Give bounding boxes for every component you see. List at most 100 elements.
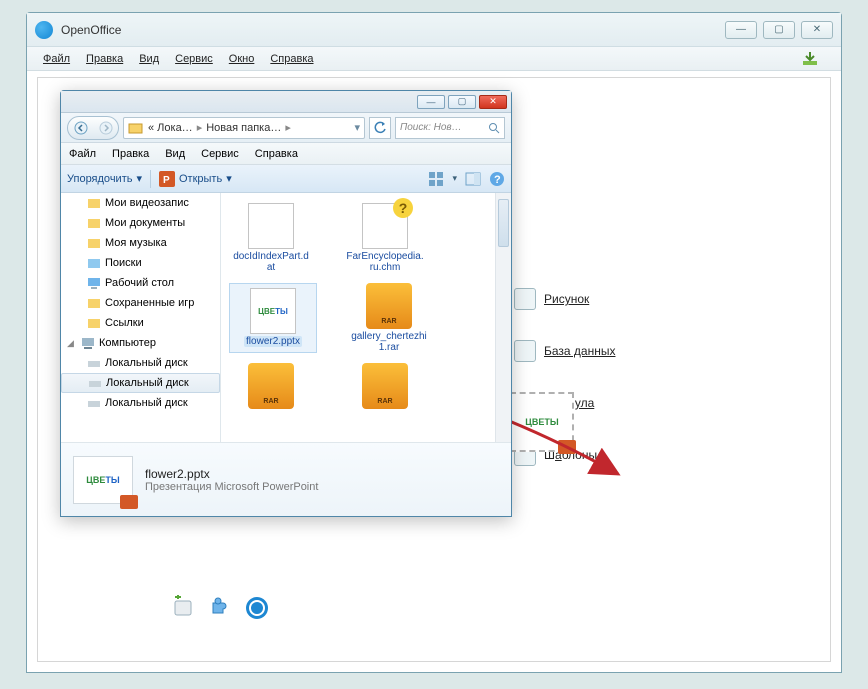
openoffice-logo-icon bbox=[35, 21, 53, 39]
chevron-down-icon: ▾ bbox=[136, 172, 142, 185]
rar-file-icon bbox=[362, 363, 408, 409]
help-icon[interactable]: ? bbox=[489, 171, 505, 187]
info-icon[interactable] bbox=[242, 593, 272, 623]
drive-icon bbox=[88, 376, 102, 390]
details-thumbnail: ЦВЕТЫ bbox=[73, 456, 133, 504]
menu-edit[interactable]: Правка bbox=[78, 53, 131, 65]
explorer-menu-view[interactable]: Вид bbox=[165, 148, 185, 160]
file-item[interactable]: ? FarEncyclopedia.ru.chm bbox=[343, 203, 427, 273]
chevron-down-icon[interactable]: ▾ bbox=[452, 173, 457, 184]
menu-view[interactable]: Вид bbox=[131, 53, 167, 65]
separator-icon bbox=[150, 170, 151, 188]
tree-item: Мои документы bbox=[61, 213, 220, 233]
pptx-file-icon: ЦВЕТЫ bbox=[250, 288, 296, 334]
drag-ghost-end: ЦВЕТЫ bbox=[510, 392, 574, 452]
explorer-menu-file[interactable]: Файл bbox=[69, 148, 96, 160]
drive-icon bbox=[87, 396, 101, 410]
scrollbar[interactable] bbox=[495, 193, 511, 442]
breadcrumb-2[interactable]: Новая папка… bbox=[206, 122, 281, 134]
nav-back-forward[interactable] bbox=[67, 116, 119, 140]
menu-window[interactable]: Окно bbox=[221, 53, 263, 65]
folder-icon bbox=[128, 120, 144, 136]
search-placeholder: Поиск: Нов… bbox=[400, 122, 462, 133]
svg-text:P: P bbox=[163, 175, 170, 186]
tree-item: Локальный диск bbox=[61, 393, 220, 413]
menu-service[interactable]: Сервис bbox=[167, 53, 221, 65]
menu-file[interactable]: Файл bbox=[35, 53, 78, 65]
import-icon[interactable] bbox=[793, 51, 827, 67]
menu-help[interactable]: Справка bbox=[262, 53, 321, 65]
powerpoint-icon: P bbox=[159, 171, 175, 187]
nav-forward-icon[interactable] bbox=[93, 117, 118, 139]
breadcrumb-sep-icon: ▸ bbox=[197, 121, 203, 134]
rar-file-icon bbox=[248, 363, 294, 409]
computer-icon bbox=[81, 336, 95, 350]
dat-file-icon bbox=[248, 203, 294, 249]
tree-item-computer: ◢Компьютер bbox=[61, 333, 220, 353]
open-button[interactable]: P Открыть ▾ bbox=[159, 171, 232, 187]
startcenter-drawing[interactable]: Рисунок bbox=[514, 288, 589, 310]
folder-icon bbox=[87, 316, 101, 330]
explorer-menu-service[interactable]: Сервис bbox=[201, 148, 239, 160]
explorer-details-pane: ЦВЕТЫ flower2.pptx Презентация Microsoft… bbox=[61, 442, 511, 516]
file-item-selected[interactable]: ЦВЕТЫ flower2.pptx bbox=[229, 283, 317, 353]
openoffice-menubar: Файл Правка Вид Сервис Окно Справка bbox=[27, 47, 841, 71]
tree-item: Локальный диск bbox=[61, 353, 220, 373]
chevron-down-icon: ▾ bbox=[226, 172, 232, 185]
tree-item-selected: Локальный диск bbox=[61, 373, 220, 393]
explorer-maximize-button[interactable]: ▢ bbox=[448, 95, 476, 109]
openoffice-title: OpenOffice bbox=[61, 23, 121, 37]
minimize-button[interactable]: — bbox=[725, 21, 757, 39]
svg-text:?: ? bbox=[494, 174, 501, 186]
explorer-menu-edit[interactable]: Правка bbox=[112, 148, 149, 160]
search-input[interactable]: Поиск: Нов… bbox=[395, 117, 505, 139]
breadcrumb-1[interactable]: « Лока… bbox=[148, 122, 193, 134]
extensions-icon[interactable] bbox=[170, 593, 200, 623]
explorer-toolbar: Упорядочить ▾ P Открыть ▾ ▾ ? bbox=[61, 165, 511, 193]
rar-file-icon bbox=[366, 283, 412, 329]
expand-icon[interactable]: ◢ bbox=[67, 338, 77, 349]
details-filename: flower2.pptx bbox=[145, 467, 318, 481]
file-item[interactable]: gallery_chertezhi 1.rar bbox=[347, 283, 431, 353]
tree-item: Поиски bbox=[61, 253, 220, 273]
powerpoint-badge-icon bbox=[558, 440, 576, 454]
organize-button[interactable]: Упорядочить ▾ bbox=[67, 172, 142, 185]
explorer-menubar: Файл Правка Вид Сервис Справка bbox=[61, 143, 511, 165]
folder-icon bbox=[87, 236, 101, 250]
openoffice-titlebar[interactable]: OpenOffice — ▢ ✕ bbox=[27, 13, 841, 47]
refresh-button[interactable] bbox=[369, 117, 391, 139]
explorer-nav: « Лока… ▸ Новая папка… ▸ ▾ Поиск: Нов… bbox=[61, 113, 511, 143]
tree-item: Сохраненные игр bbox=[61, 293, 220, 313]
explorer-file-pane[interactable]: docIdIndexPart.dat ? FarEncyclopedia.ru.… bbox=[221, 193, 511, 442]
search-folder-icon bbox=[87, 256, 101, 270]
explorer-menu-help[interactable]: Справка bbox=[255, 148, 298, 160]
explorer-minimize-button[interactable]: — bbox=[417, 95, 445, 109]
folder-icon bbox=[87, 296, 101, 310]
addons-icon[interactable] bbox=[206, 593, 236, 623]
explorer-titlebar[interactable]: — ▢ ✕ bbox=[61, 91, 511, 113]
folder-icon bbox=[87, 216, 101, 230]
explorer-close-button[interactable]: ✕ bbox=[479, 95, 507, 109]
maximize-button[interactable]: ▢ bbox=[763, 21, 795, 39]
tree-item: Ссылки bbox=[61, 313, 220, 333]
file-item[interactable]: docIdIndexPart.dat bbox=[229, 203, 313, 273]
scrollbar-thumb[interactable] bbox=[498, 199, 509, 247]
preview-pane-icon[interactable] bbox=[465, 171, 481, 187]
explorer-tree[interactable]: Мои видеозапис Мои документы Моя музыка … bbox=[61, 193, 221, 442]
desktop-icon bbox=[87, 276, 101, 290]
dropdown-icon[interactable]: ▾ bbox=[354, 121, 360, 134]
tree-item: Мои видеозапис bbox=[61, 193, 220, 213]
address-bar[interactable]: « Лока… ▸ Новая папка… ▸ ▾ bbox=[123, 117, 365, 139]
file-item[interactable] bbox=[229, 363, 313, 411]
nav-back-icon[interactable] bbox=[68, 117, 93, 139]
close-button[interactable]: ✕ bbox=[801, 21, 833, 39]
question-icon: ? bbox=[393, 198, 413, 218]
view-mode-icon[interactable] bbox=[428, 171, 444, 187]
file-item[interactable] bbox=[343, 363, 427, 411]
search-icon bbox=[488, 122, 500, 134]
details-filetype: Презентация Microsoft PowerPoint bbox=[145, 481, 318, 493]
startcenter-database[interactable]: База данных bbox=[514, 340, 615, 362]
explorer-body: Мои видеозапис Мои документы Моя музыка … bbox=[61, 193, 511, 442]
breadcrumb-sep-icon: ▸ bbox=[285, 121, 291, 134]
tree-item: Рабочий стол bbox=[61, 273, 220, 293]
